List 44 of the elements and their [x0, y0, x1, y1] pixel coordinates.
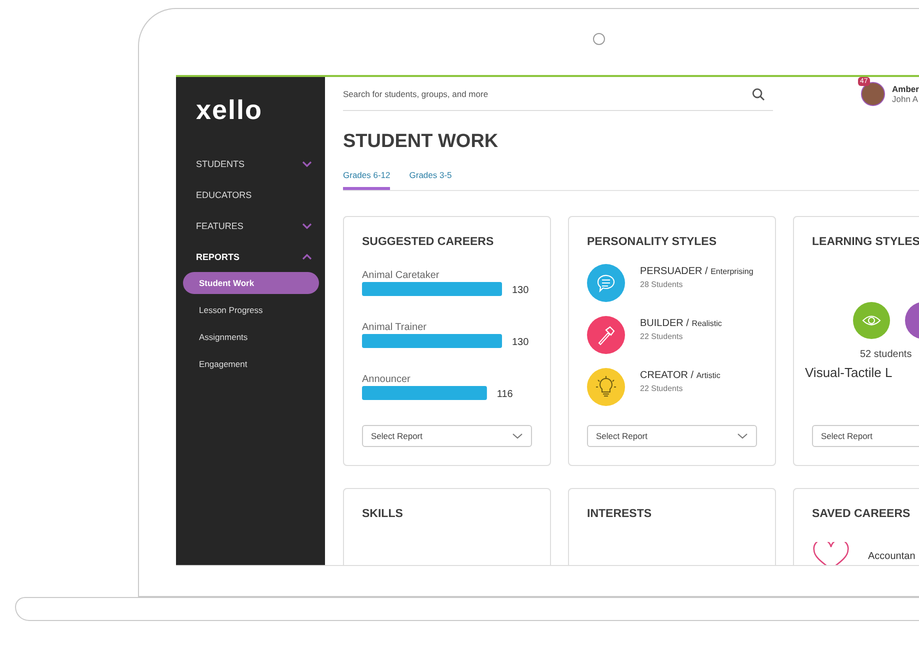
career-name: Animal Caretaker: [362, 270, 440, 281]
value-label: 130: [512, 337, 529, 348]
nav-subitem[interactable]: Assignments: [183, 326, 319, 353]
search-field[interactable]: Search for students, groups, and more: [343, 78, 773, 110]
heart-icon: [812, 542, 850, 565]
card-title: PERSONALITY STYLES: [587, 236, 718, 248]
nav-item[interactable]: FEATURES: [176, 210, 325, 241]
card-title: SAVED CAREERS: [812, 508, 912, 520]
camera-icon: [593, 33, 605, 45]
value-label: 116: [496, 389, 513, 400]
card-title: SUGGESTED CAREERS: [362, 236, 495, 248]
nav-subitem[interactable]: Engagement: [183, 353, 319, 380]
style-name: BUILDER / Realistic: [640, 317, 722, 331]
student-count: 28 Students: [640, 280, 684, 289]
card-title: INTERESTS: [587, 508, 653, 520]
chevron-icon: [737, 433, 748, 439]
career-name: Accountan: [868, 550, 916, 562]
student-count: 22 Students: [640, 332, 684, 341]
report-select[interactable]: Select Report: [362, 425, 532, 447]
chevron-icon: [512, 433, 523, 439]
career-name: Animal Trainer: [362, 322, 426, 333]
user-name: Amber: [892, 84, 919, 94]
avatar[interactable]: [861, 82, 885, 106]
student-count: 52 students: [860, 349, 913, 360]
tab[interactable]: Grades 3-5: [409, 170, 452, 190]
tab[interactable]: Grades 6-12: [343, 170, 390, 190]
card-title: SKILLS: [362, 508, 404, 520]
style-name: CREATOR / Artistic: [640, 369, 720, 383]
learning-style: Visual-Tactile L: [805, 365, 894, 380]
search-icon[interactable]: [752, 88, 765, 100]
user-subtitle: John A: [892, 94, 919, 104]
report-select[interactable]: Select Report: [812, 425, 919, 447]
nav-subitem[interactable]: Student Work: [183, 272, 319, 294]
career-name: Announcer: [362, 374, 410, 385]
value-label: 130: [512, 285, 529, 296]
logo: xello: [195, 95, 264, 126]
student-count: 22 Students: [640, 384, 684, 393]
nav-subitem[interactable]: Lesson Progress: [183, 299, 319, 326]
nav-item[interactable]: STUDENTS: [176, 148, 325, 179]
nav-item[interactable]: REPORTS: [176, 241, 325, 272]
style-name: PERSUADER / Enterprising: [640, 265, 754, 279]
report-select[interactable]: Select Report: [587, 425, 757, 447]
nav-item[interactable]: EDUCATORS: [176, 179, 325, 210]
page-title: STUDENT WORK: [343, 131, 500, 153]
